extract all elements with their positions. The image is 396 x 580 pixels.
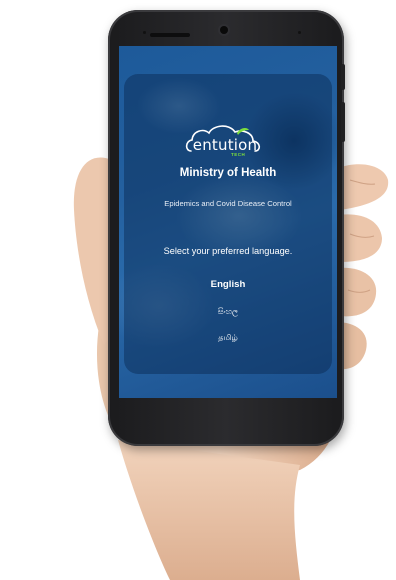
phone-power-button (341, 102, 345, 142)
app-screen: entution TECH Ministry of Health Epidemi… (119, 46, 337, 398)
entution-logo: entution TECH (185, 121, 265, 159)
logo-text: entution (192, 136, 258, 154)
phone-sensor (298, 31, 301, 34)
front-camera (220, 26, 228, 34)
logo-subtext: TECH (231, 152, 246, 157)
page-subtitle: Epidemics and Covid Disease Control (164, 199, 292, 208)
language-prompt: Select your preferred language. (163, 246, 293, 256)
language-option-english[interactable]: English (119, 279, 337, 290)
page-title: Ministry of Health (179, 167, 277, 179)
language-option-tamil[interactable]: தமிழ் (119, 333, 337, 343)
language-option-sinhala[interactable]: සිංහල (119, 307, 337, 317)
phone-speaker (150, 33, 190, 37)
language-selection-card (124, 74, 332, 374)
phone-side-button (341, 64, 345, 90)
phone-sensor (143, 31, 146, 34)
